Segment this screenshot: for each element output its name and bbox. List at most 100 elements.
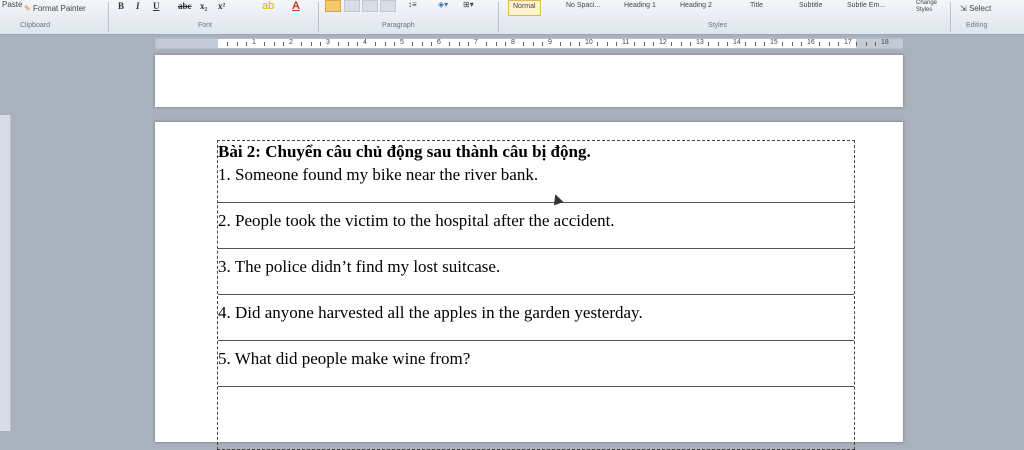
ruler-tick	[264, 42, 266, 46]
style-subtle-emphasis[interactable]: Subtle Em...	[843, 0, 889, 16]
bold-button[interactable]: B	[118, 1, 124, 11]
ruler-number: 7	[474, 39, 478, 46]
paragraph-group-label: Paragraph	[382, 22, 415, 29]
ruler-tick	[458, 42, 460, 46]
paste-button[interactable]: Paste	[2, 0, 22, 9]
answer-line-3	[218, 294, 854, 295]
justify-button[interactable]	[380, 0, 396, 12]
superscript-button[interactable]: x²	[218, 1, 225, 11]
ruler-number: 12	[659, 39, 667, 46]
answer-line-5	[218, 386, 854, 387]
question-1: 1. Someone found my bike near the river …	[218, 165, 539, 184]
select-arrow-icon: ⇲	[960, 4, 967, 13]
ruler-tick	[652, 42, 654, 46]
divider	[108, 2, 109, 32]
ruler-tick	[282, 42, 284, 46]
ruler-number: 15	[770, 39, 778, 46]
ruler-tick	[430, 42, 432, 46]
ruler-left-margin	[156, 39, 218, 48]
ruler-tick	[486, 42, 488, 46]
ruler-tick	[671, 42, 673, 46]
italic-button[interactable]: I	[136, 1, 140, 11]
align-center-button[interactable]	[344, 0, 360, 12]
ruler-number: 11	[622, 39, 630, 46]
ruler-tick	[384, 42, 386, 46]
answer-line-1	[218, 202, 854, 203]
ruler-tick	[421, 42, 423, 46]
font-group-label: Font	[198, 22, 213, 29]
align-left-button[interactable]	[325, 0, 341, 12]
ruler-tick	[412, 42, 414, 46]
document-page[interactable]: Bài 2: Chuyển câu chủ động sau thành câu…	[155, 122, 903, 450]
ruler-tick	[375, 42, 377, 46]
style-subtitle[interactable]: Subtitle	[795, 0, 826, 16]
ruler-tick	[800, 42, 802, 46]
select-label: Select	[968, 4, 992, 13]
ruler-tick	[782, 42, 784, 46]
page-previous[interactable]	[155, 55, 903, 107]
ruler-tick	[874, 42, 876, 46]
clipboard-group-label: Clipboard	[20, 22, 50, 29]
style-heading-1[interactable]: Heading 1	[620, 0, 660, 16]
ruler-tick	[726, 42, 728, 46]
borders-icon[interactable]: ⊞▾	[463, 0, 474, 9]
ruler-tick	[541, 42, 543, 46]
ruler-tick	[717, 42, 719, 46]
ruler-tick	[319, 42, 321, 46]
ruler-tick	[856, 42, 858, 46]
line-spacing-icon[interactable]: ↕≡	[408, 0, 417, 9]
ruler-tick	[763, 42, 765, 46]
ruler-number: 3	[326, 39, 330, 46]
ruler-tick	[837, 42, 839, 46]
ruler-tick	[708, 42, 710, 46]
question-2: 2. People took the victim to the hospita…	[218, 211, 615, 230]
select-button[interactable]: ⇲ Select	[960, 4, 991, 13]
ruler-number: 17	[844, 39, 852, 46]
ruler-tick	[301, 42, 303, 46]
ruler-tick	[597, 42, 599, 46]
ruler-tick	[606, 42, 608, 46]
ruler-tick	[495, 42, 497, 46]
shading-icon[interactable]: ◈▾	[438, 0, 448, 9]
horizontal-ruler[interactable]: 1 2 3 4 5 6 7 8 9 10 11 12 13 14 15 16 17 18	[155, 38, 903, 49]
ruler-tick	[504, 42, 506, 46]
subscript-button[interactable]: x₂	[200, 1, 207, 11]
editing-group-label: Editing	[966, 22, 988, 29]
ruler-tick	[467, 42, 469, 46]
highlight-color-icon[interactable]: ab	[262, 0, 274, 12]
exercise-title: Bài 2: Chuyển câu chủ động sau thành câu…	[218, 142, 591, 161]
document-content[interactable]: Bài 2: Chuyển câu chủ động sau thành câu…	[218, 143, 854, 395]
ruler-number: 8	[511, 39, 515, 46]
font-color-icon[interactable]: A	[292, 0, 300, 12]
underline-button[interactable]: U	[153, 1, 160, 11]
ruler-tick	[828, 42, 830, 46]
format-painter-button[interactable]: ✎ Format Painter	[24, 4, 86, 13]
ruler-number: 1	[252, 39, 256, 46]
ruler-number: 2	[289, 39, 293, 46]
ruler-tick	[347, 42, 349, 46]
style-no-spacing[interactable]: No Spaci...	[562, 0, 604, 16]
ruler-tick	[449, 42, 451, 46]
ruler-number: 6	[437, 39, 441, 46]
ruler-tick	[310, 42, 312, 46]
ruler-tick	[273, 42, 275, 46]
ribbon: Paste ✎ Format Painter Clipboard B I U a…	[0, 0, 1024, 35]
ruler-tick	[791, 42, 793, 46]
style-normal[interactable]: Normal	[508, 0, 541, 16]
answer-line-4	[218, 340, 854, 341]
style-title[interactable]: Title	[746, 0, 767, 16]
ruler-tick	[680, 42, 682, 46]
ruler-number: 4	[363, 39, 367, 46]
divider	[318, 2, 319, 32]
align-right-button[interactable]	[362, 0, 378, 12]
strikethrough-button[interactable]: abc	[178, 1, 192, 11]
vertical-ruler[interactable]	[0, 115, 11, 431]
answer-line-2	[218, 248, 854, 249]
ruler-tick	[615, 42, 617, 46]
styles-group-label: Styles	[708, 22, 728, 29]
ruler-right-margin	[856, 39, 903, 48]
change-styles-button[interactable]: Change Styles	[916, 0, 946, 14]
format-painter-label: Format Painter	[32, 4, 86, 13]
style-heading-2[interactable]: Heading 2	[676, 0, 716, 16]
ruler-number: 5	[400, 39, 404, 46]
